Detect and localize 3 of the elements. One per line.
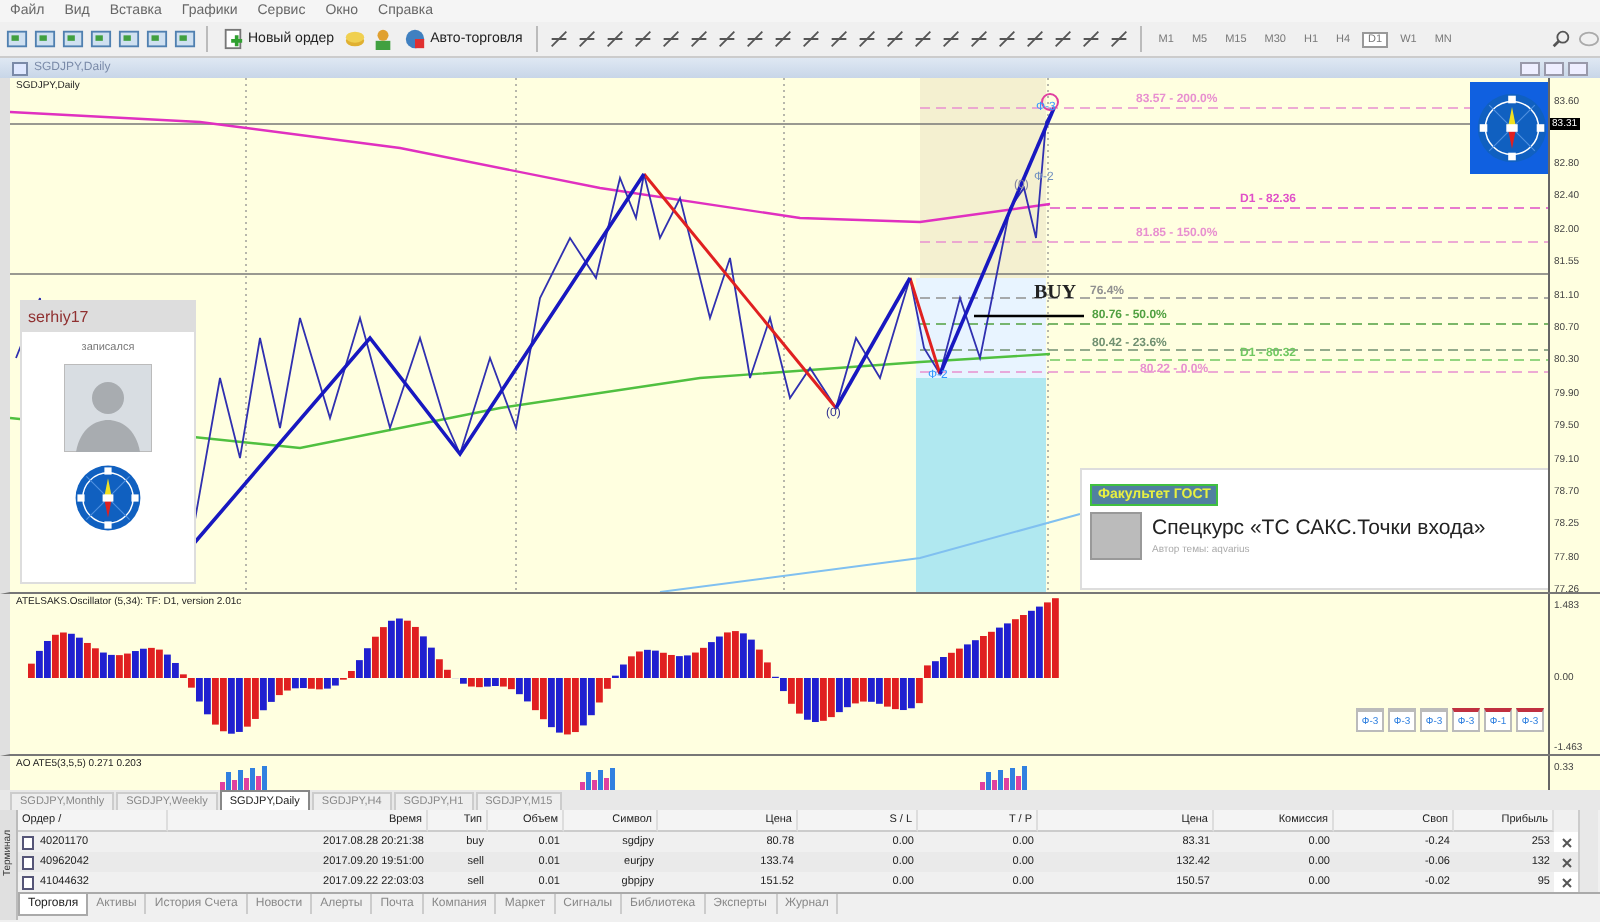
user-name: serhiy17 <box>22 302 194 332</box>
buy-label: BUY <box>1034 282 1077 304</box>
course-title[interactable]: Спецкурс «ТС САКС.Точки входа» <box>1152 516 1486 540</box>
